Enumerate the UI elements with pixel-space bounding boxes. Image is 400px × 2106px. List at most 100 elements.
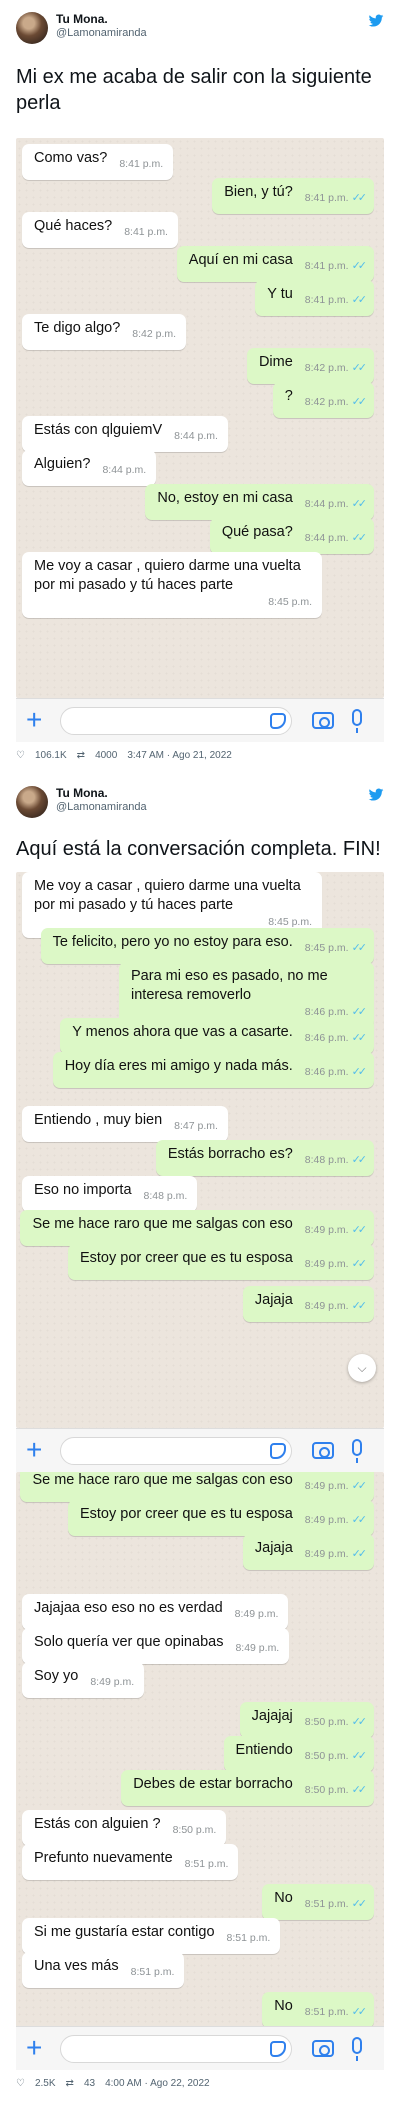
incoming-message[interactable]: Qué haces? 8:41 p.m. (22, 212, 178, 248)
message-time: 8:41 p.m. ✓✓ (304, 260, 367, 272)
read-receipt-icon: ✓✓ (351, 532, 368, 544)
message-text: No (274, 1890, 293, 1906)
message-time: 8:44 p.m. (102, 464, 147, 476)
incoming-message[interactable]: Si me gustaría estar contigo 8:51 p.m. (22, 1918, 281, 1954)
camera-icon[interactable] (312, 1442, 334, 1459)
outgoing-message[interactable]: Estoy por creer que es tu esposa 8:49 p.m… (67, 1244, 374, 1280)
mic-icon[interactable] (352, 709, 362, 733)
message-text: Estás con alguien ? (34, 1816, 161, 1832)
outgoing-message[interactable]: Dime 8:42 p.m. ✓✓ (246, 348, 374, 384)
message-input[interactable] (60, 2035, 292, 2063)
chevron-down-icon[interactable]: ⌵ (348, 1354, 376, 1382)
read-receipt-icon: ✓✓ (351, 1032, 368, 1044)
avatar[interactable] (16, 12, 48, 44)
message-text: Jajaja (254, 1540, 293, 1556)
outgoing-message[interactable]: Y tu 8:41 p.m. ✓✓ (255, 280, 374, 316)
read-receipt-icon: ✓✓ (351, 396, 368, 408)
incoming-message[interactable]: Jajajaa eso eso no es verdad 8:49 p.m. (22, 1594, 289, 1630)
outgoing-message[interactable]: Te felicito, pero yo no estoy para eso. 8… (40, 928, 374, 964)
heart-icon[interactable]: ♡ (16, 750, 25, 761)
message-time: 8:46 p.m. ✓✓ (304, 1066, 367, 1078)
mic-icon[interactable] (352, 1439, 362, 1463)
outgoing-message[interactable]: Bien, y tú? 8:41 p.m. ✓✓ (212, 178, 374, 214)
retweet-icon[interactable]: ⇄ (77, 750, 85, 761)
camera-icon[interactable] (312, 712, 334, 729)
retweet-icon[interactable]: ⇄ (66, 2078, 74, 2089)
incoming-message[interactable]: Entiendo , muy bien 8:47 p.m. (22, 1106, 228, 1142)
message-time: 8:50 p.m. ✓✓ (304, 1750, 367, 1762)
incoming-message[interactable]: Como vas? 8:41 p.m. (22, 144, 174, 180)
timestamp: 4:00 AM · Ago 22, 2022 (105, 2078, 210, 2089)
outgoing-message[interactable]: Aquí en mi casa 8:41 p.m. ✓✓ (176, 246, 374, 282)
message-text: Una ves más (34, 1958, 119, 1974)
message-time: 8:44 p.m. (174, 430, 218, 442)
incoming-message[interactable]: Prefunto nuevamente 8:51 p.m. (22, 1844, 239, 1880)
outgoing-message[interactable]: Y menos ahora que vas a casarte. 8:46 p.m… (60, 1018, 374, 1054)
incoming-message[interactable]: Alguien? 8:44 p.m. (22, 450, 157, 486)
read-receipt-icon: ✓✓ (351, 1006, 368, 1018)
outgoing-message[interactable]: Debes de estar borracho 8:50 p.m. ✓✓ (121, 1770, 374, 1806)
outgoing-message[interactable]: Hoy día eres mi amigo y nada más. 8:46 p.… (52, 1052, 374, 1088)
message-time: 8:49 p.m. (90, 1676, 135, 1688)
outgoing-message[interactable]: Qué pasa? 8:44 p.m. ✓✓ (209, 518, 374, 554)
outgoing-message[interactable]: Se me hace raro que me salgas con eso 8:4… (20, 1210, 374, 1246)
message-input[interactable] (60, 1437, 292, 1465)
mic-icon[interactable] (352, 2037, 362, 2061)
outgoing-message[interactable]: Se me hace raro que me salgas con eso 8:4… (20, 1472, 374, 1502)
message-text: Soy yo (34, 1668, 79, 1684)
incoming-message[interactable]: Me voy a casar , quiero darme una vuelta… (22, 552, 322, 618)
message-time: 8:49 p.m. (235, 1642, 280, 1654)
read-receipt-icon: ✓✓ (351, 1898, 368, 1910)
message-input[interactable] (60, 707, 292, 735)
message-time: 8:49 p.m. ✓✓ (304, 1258, 367, 1270)
message-text: Bien, y tú? (224, 184, 293, 200)
outgoing-message[interactable]: Estoy por creer que es tu esposa 8:49 p.m… (67, 1500, 374, 1536)
message-time: 8:42 p.m. ✓✓ (304, 362, 367, 374)
message-text: Jajaja (254, 1292, 293, 1308)
incoming-message[interactable]: Estás con alguien ? 8:50 p.m. (22, 1810, 227, 1846)
like-count: 106.1K (34, 750, 67, 761)
author-handle[interactable]: @Lamonamiranda (56, 27, 147, 39)
message-time: 8:49 p.m. ✓✓ (304, 1224, 367, 1236)
incoming-message[interactable]: Estás con qlguiemV 8:44 p.m. (22, 416, 228, 452)
plus-icon[interactable]: + (26, 1435, 42, 1465)
message-text: Me voy a casar , quiero darme una vuelta… (34, 558, 301, 593)
outgoing-message[interactable]: Jajajaj 8:50 p.m. ✓✓ (239, 1702, 374, 1738)
twitter-bird-icon[interactable] (368, 14, 384, 28)
incoming-message[interactable]: Te digo algo? 8:42 p.m. (22, 314, 187, 350)
message-time: 8:49 p.m. ✓✓ (304, 1300, 367, 1312)
incoming-message[interactable]: Solo quería ver que opinabas 8:49 p.m. (22, 1628, 290, 1664)
incoming-message[interactable]: Eso no importa 8:48 p.m. (22, 1176, 198, 1212)
incoming-message[interactable]: Una ves más 8:51 p.m. (22, 1952, 185, 1988)
author-handle[interactable]: @Lamonamiranda (56, 801, 147, 813)
outgoing-message[interactable]: Jajaja 8:49 p.m. ✓✓ (242, 1534, 374, 1570)
message-time: 8:45 p.m. (268, 596, 312, 608)
plus-icon[interactable]: + (26, 2033, 42, 2063)
outgoing-message[interactable]: ? 8:42 p.m. ✓✓ (272, 382, 374, 418)
avatar[interactable] (16, 786, 48, 818)
chat-screenshot: Como vas? 8:41 p.m. Bien, y tú? 8:41 p.m. ✓✓… (16, 138, 384, 698)
message-text: Si me gustaría estar contigo (34, 1924, 215, 1940)
message-input-bar: + (16, 2026, 384, 2070)
camera-icon[interactable] (312, 2040, 334, 2057)
message-text: Estás con qlguiemV (34, 422, 163, 438)
message-text: Solo quería ver que opinabas (34, 1634, 224, 1650)
heart-icon[interactable]: ♡ (16, 2078, 25, 2089)
message-text: Hoy día eres mi amigo y nada más. (64, 1058, 293, 1074)
message-text: Aquí en mi casa (188, 252, 293, 268)
chat-screenshot: Se me hace raro que me salgas con eso 8:4… (16, 1472, 384, 2044)
outgoing-message[interactable]: Estás borracho es? 8:48 p.m. ✓✓ (155, 1140, 374, 1176)
author-name[interactable]: Tu Mona. (56, 12, 108, 26)
outgoing-message[interactable]: No 8:51 p.m. ✓✓ (262, 1992, 374, 2028)
outgoing-message[interactable]: No, estoy en mi casa 8:44 p.m. ✓✓ (145, 484, 374, 520)
plus-icon[interactable]: + (26, 705, 42, 735)
incoming-message[interactable]: Soy yo 8:49 p.m. (22, 1662, 145, 1698)
read-receipt-icon: ✓✓ (351, 294, 368, 306)
message-time: 8:50 p.m. (172, 1824, 217, 1836)
outgoing-message[interactable]: Jajaja 8:49 p.m. ✓✓ (242, 1286, 374, 1322)
outgoing-message[interactable]: Entiendo 8:50 p.m. ✓✓ (223, 1736, 374, 1772)
outgoing-message[interactable]: No 8:51 p.m. ✓✓ (262, 1884, 374, 1920)
author-name[interactable]: Tu Mona. (56, 786, 108, 800)
twitter-bird-icon[interactable] (368, 788, 384, 802)
message-time: 8:49 p.m. ✓✓ (304, 1480, 367, 1492)
